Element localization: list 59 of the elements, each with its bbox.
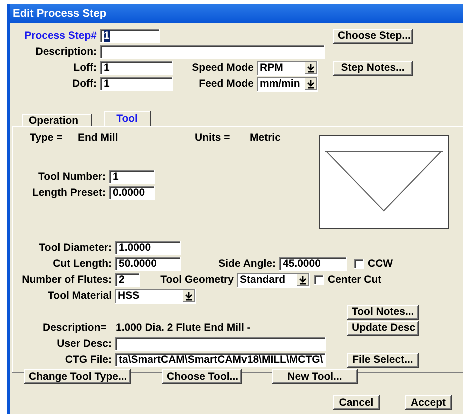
dialog-button[interactable]: Cancel — [333, 395, 380, 410]
type-label: Type = — [30, 132, 64, 144]
checkbox-label: CCW — [368, 258, 394, 270]
tab[interactable]: Tool — [104, 111, 151, 126]
tab[interactable]: Operation — [22, 114, 92, 126]
field-label: Side Angle: — [218, 258, 277, 270]
file-select-button[interactable]: File Select... — [347, 352, 419, 368]
panel-button[interactable]: Choose Tool... — [162, 369, 242, 384]
field-label: Cut Length: — [52, 258, 113, 270]
description-label: Description= — [42, 322, 108, 334]
field-label: Tool Geometry — [160, 274, 235, 286]
type-value: End Mill — [78, 132, 120, 144]
field-label: CTG File: — [64, 354, 113, 366]
field-label: Doff: — [72, 78, 98, 90]
down-arrow-icon[interactable] — [183, 290, 195, 302]
update-desc-button[interactable]: Update Desc — [347, 320, 419, 336]
dropdown[interactable]: mm/min — [257, 76, 318, 92]
field-label: Tool Material — [47, 290, 113, 302]
dropdown[interactable]: HSS — [115, 288, 196, 304]
dropdown[interactable]: RPM — [257, 60, 318, 76]
units-label: Units = — [195, 132, 232, 144]
panel-button[interactable]: New Tool... — [272, 369, 358, 384]
dropdown[interactable]: Standard — [237, 272, 310, 288]
field-label: Process Step# — [24, 30, 98, 42]
down-arrow-icon[interactable] — [305, 78, 317, 90]
units-value: Metric — [250, 132, 281, 144]
input-field[interactable]: 2 — [115, 273, 140, 287]
field-label: User Desc: — [56, 338, 113, 350]
checkbox[interactable] — [354, 259, 364, 269]
field-label: Loff: — [72, 62, 98, 74]
panel-button[interactable]: Change Tool Type... — [24, 369, 131, 384]
window-title: Edit Process Step — [13, 8, 107, 20]
field-label: Tool Diameter: — [38, 242, 113, 254]
input-field[interactable]: 1 — [100, 61, 173, 75]
field-label: Description: — [34, 46, 98, 58]
step-notes-button[interactable]: Step Notes... — [333, 60, 413, 76]
down-arrow-icon[interactable] — [305, 62, 317, 74]
input-field[interactable]: 0.0000 — [109, 186, 155, 200]
field-label: Tool Number: — [38, 171, 107, 183]
input-field[interactable] — [115, 337, 326, 351]
down-arrow-icon[interactable] — [297, 274, 309, 286]
choose-step-button[interactable]: Choose Step... — [333, 28, 413, 44]
field-label: Number of Flutes: — [21, 274, 113, 286]
input-field[interactable]: 45.0000 — [279, 257, 347, 271]
input-field[interactable]: 50.0000 — [115, 257, 181, 271]
input-field[interactable]: 1 — [100, 29, 160, 43]
tool-notes-button[interactable]: Tool Notes... — [347, 304, 419, 320]
input-field[interactable]: 1 — [109, 170, 155, 184]
checkbox[interactable] — [314, 275, 324, 285]
field-label: Speed Mode — [191, 62, 255, 74]
dialog-button[interactable]: Accept — [405, 395, 452, 410]
input-field[interactable]: 1.0000 — [115, 241, 181, 255]
field-label: Length Preset: — [31, 187, 107, 199]
input-field[interactable]: ta\SmartCAM\SmartCAMv18\MILL\MCTG\ — [115, 353, 326, 367]
description-value: 1.000 Dia. 2 Flute End Mill - — [116, 322, 252, 334]
input-field[interactable] — [100, 45, 325, 59]
field-label: Feed Mode — [198, 78, 255, 90]
input-field[interactable]: 1 — [100, 77, 173, 91]
checkbox-label: Center Cut — [328, 274, 382, 286]
